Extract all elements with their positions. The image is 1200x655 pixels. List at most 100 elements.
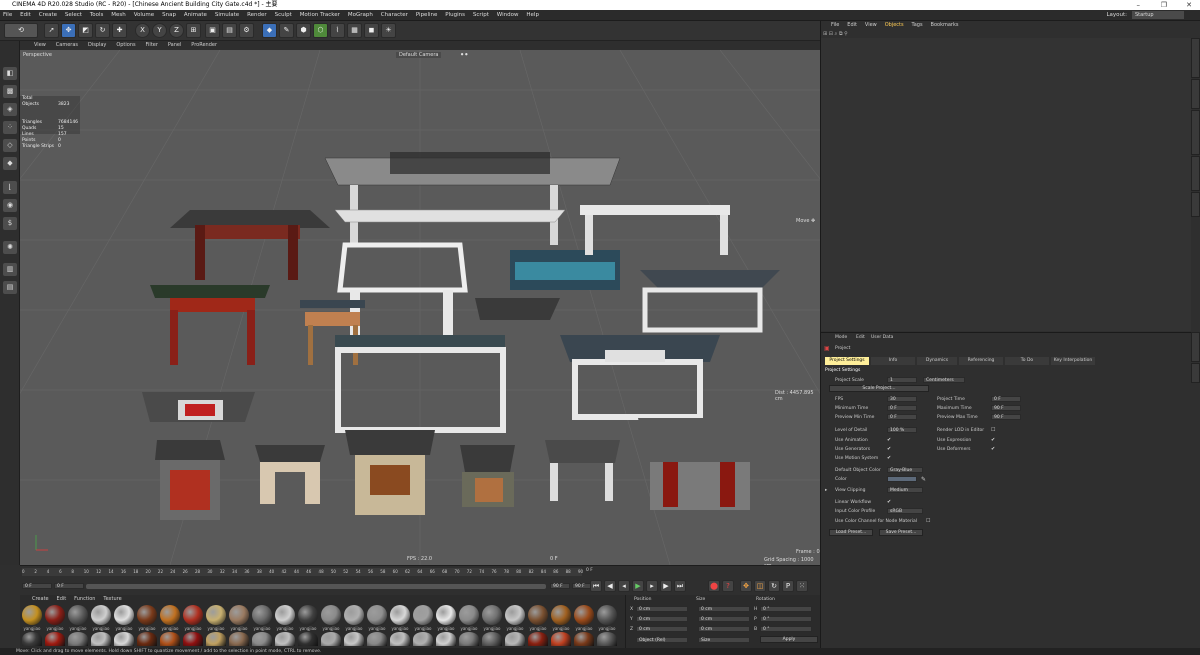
key-scale-icon[interactable]: ◫ [754,580,766,592]
material-swatch[interactable] [183,632,203,646]
cube-icon[interactable]: ◆ [262,23,277,38]
menu-render[interactable]: Render [244,10,270,21]
menu-file[interactable]: File [0,10,15,21]
om-menu-view[interactable]: View [862,21,880,30]
preview-max-field[interactable]: 90 F [991,414,1021,420]
mat-menu-function[interactable]: Function [71,595,98,604]
material-swatch[interactable] [597,605,617,625]
om-toolbar-icons[interactable]: ⊞ ⊟ ⌕ ⧉ ⚲ [823,31,863,37]
material-swatch[interactable] [160,605,180,625]
material-swatch[interactable] [390,632,410,646]
coordinate-system-icon[interactable]: ⊞ [186,23,201,38]
material-swatch[interactable] [22,632,42,646]
menu-motion-tracker[interactable]: Motion Tracker [297,10,343,21]
menu-edit[interactable]: Edit [17,10,34,21]
x-axis-icon[interactable]: X [135,23,150,38]
viewport-menu-prorender[interactable]: ProRender [187,41,221,50]
start-frame-field[interactable]: 0 F [22,583,52,589]
texture-mode-icon[interactable]: ▩ [3,85,17,98]
lod-field[interactable]: 100 % [887,427,917,433]
points-mode-icon[interactable]: ⁘ [3,121,17,134]
autokey-icon[interactable]: ? [722,580,734,592]
material-swatch[interactable] [206,632,226,646]
use-deformers-checkbox[interactable]: ✔ [991,446,995,452]
om-menu-edit[interactable]: Edit [844,21,860,30]
tab-info[interactable]: Info [871,357,915,365]
viewport-menu-options[interactable]: Options [112,41,139,50]
preview-min-field[interactable]: 0 F [887,414,917,420]
viewport-menu-panel[interactable]: Panel [164,41,186,50]
mat-menu-edit[interactable]: Edit [54,595,70,604]
material-swatch[interactable] [436,605,456,625]
project-scale-unit-select[interactable]: Centimeters [923,377,965,383]
scale-project-button[interactable]: Scale Project... [829,385,929,392]
menu-help[interactable]: Help [523,10,542,21]
use-motion-checkbox[interactable]: ✔ [887,455,891,461]
render-view-icon[interactable]: ▣ [205,23,220,38]
preview-start-field[interactable]: 0 F [54,583,84,589]
key-param-icon[interactable]: P [782,580,794,592]
tweak-icon[interactable]: ◉ [3,199,17,212]
material-swatch[interactable] [298,632,318,646]
material-swatch[interactable] [482,632,502,646]
material-swatch[interactable] [436,632,456,646]
material-swatch[interactable] [183,605,203,625]
prev-frame-icon[interactable]: ◂ [618,580,630,592]
viewport-menu-display[interactable]: Display [84,41,110,50]
material-swatch[interactable] [229,632,249,646]
material-swatch[interactable] [321,605,341,625]
timeline[interactable]: 0 2 4 6 8 10 12 14 16 18 20 22 24 26 28 30 32 34 36 38 40 42 4… [20,565,820,595]
tab-project-settings[interactable]: Project Settings [825,357,869,365]
minimize-button[interactable]: – [1137,0,1141,10]
live-selection-icon[interactable]: ➚ [44,23,59,38]
close-button[interactable]: ✕ [1186,0,1192,10]
material-swatch[interactable] [459,605,479,625]
input-profile-select[interactable]: sRGB [887,508,923,514]
material-swatch[interactable] [413,632,433,646]
model-mode-icon[interactable]: ◈ [3,103,17,116]
viewport-menu-cameras[interactable]: Cameras [52,41,82,50]
menu-script[interactable]: Script [470,10,492,21]
attr-menu-mode[interactable]: Mode [835,335,847,340]
side-tab-structure[interactable] [1191,156,1200,191]
menu-snap[interactable]: Snap [159,10,179,21]
lock-workplane-icon[interactable]: ▤ [3,281,17,294]
material-swatch[interactable] [206,605,226,625]
material-swatch[interactable] [45,632,65,646]
save-preset-button[interactable]: Save Preset... [879,529,923,536]
play-icon[interactable]: ▶ [632,580,644,592]
material-swatch[interactable] [528,632,548,646]
menu-volume[interactable]: Volume [131,10,157,21]
menu-sculpt[interactable]: Sculpt [272,10,295,21]
material-swatch[interactable] [321,632,341,646]
menu-simulate[interactable]: Simulate [212,10,242,21]
edges-mode-icon[interactable]: ◇ [3,139,17,152]
side-tab-attributes[interactable] [1191,332,1200,362]
material-swatch[interactable] [597,632,617,646]
material-swatch[interactable] [413,605,433,625]
material-swatch[interactable] [367,632,387,646]
project-scale-field[interactable]: 1 [887,377,917,383]
key-grid-icon[interactable]: ⁙ [796,580,808,592]
preview-end-field[interactable]: 90 F [550,583,570,589]
viewport-menu-view[interactable]: View [20,41,50,50]
om-menu-tags[interactable]: Tags [909,21,926,30]
view-clipping-select[interactable]: Medium [887,487,923,493]
color-swatch[interactable] [887,476,917,482]
key-move-icon[interactable]: ✥ [740,580,752,592]
side-tab-objects[interactable] [1191,38,1200,78]
tab-dynamics[interactable]: Dynamics [917,357,957,365]
tab-to-do[interactable]: To Do [1005,357,1049,365]
size-y-field[interactable]: 0 cm [698,616,750,622]
position-y-field[interactable]: 0 cm [636,616,688,622]
material-swatch[interactable] [68,605,88,625]
color-picker-icon[interactable]: ✎ [921,476,926,483]
material-swatch[interactable] [114,632,134,646]
menu-animate[interactable]: Animate [181,10,210,21]
next-key-icon[interactable]: ▶ [660,580,672,592]
camera-options-icon[interactable]: ⚫⚫ [460,52,468,58]
tab-key-interpolation[interactable]: Key Interpolation [1051,357,1095,365]
side-tab-attr-layers[interactable] [1191,363,1200,383]
menu-pipeline[interactable]: Pipeline [413,10,441,21]
add-icon[interactable]: ✚ [112,23,127,38]
